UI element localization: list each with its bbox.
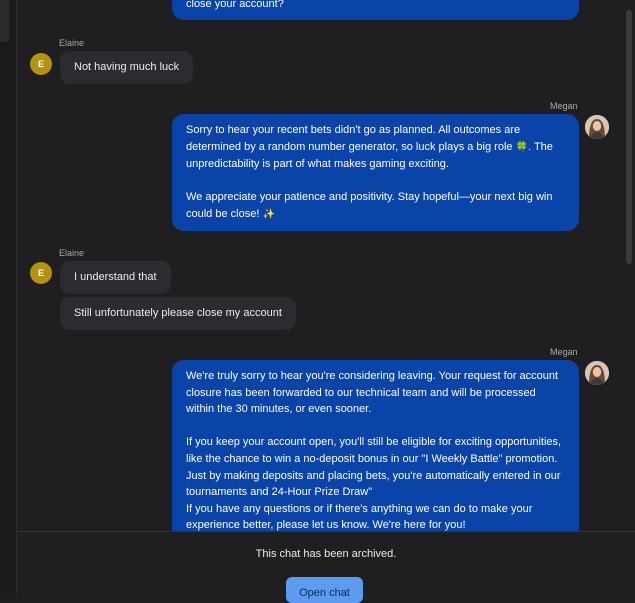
open-chat-button[interactable]: Open chat <box>286 577 363 603</box>
message-text: Still unfortunately please close my acco… <box>74 307 282 319</box>
customer-avatar: E <box>30 262 52 284</box>
message-text: I understand that <box>74 271 157 283</box>
agent-avatar <box>585 115 609 139</box>
agent-avatar <box>585 361 609 385</box>
archived-footer: This chat has been archived. Open chat <box>17 531 635 603</box>
left-rail-handle <box>0 0 9 42</box>
message-paragraph: We're truly sorry to hear you're conside… <box>186 370 559 416</box>
agent-message: close your account? <box>172 0 579 20</box>
customer-message: I understand that <box>60 261 171 294</box>
message-paragraph: If you have any questions or if there's … <box>186 502 533 531</box>
agent-message: Sorry to hear your recent bets didn't go… <box>172 114 579 231</box>
sparkles-emoji: ✨ <box>262 208 275 220</box>
chat-scrollbar[interactable] <box>624 0 635 531</box>
agent-avatar-photo <box>585 361 609 385</box>
archived-notice: This chat has been archived. <box>255 548 397 560</box>
chat-transcript: close your account? Elaine E Not having … <box>17 0 624 531</box>
message-paragraph: If you keep your account open, you'll st… <box>186 436 562 499</box>
sender-name: Elaine <box>59 248 85 258</box>
scrollbar-thumb[interactable] <box>626 10 632 264</box>
agent-message: We're truly sorry to hear you're conside… <box>172 360 579 531</box>
message-text: Not having much luck <box>74 61 180 73</box>
message-text: close your account? <box>186 0 284 10</box>
agent-avatar-photo <box>585 115 609 139</box>
avatar-initial: E <box>37 59 44 69</box>
left-rail <box>0 0 17 593</box>
sender-name: Elaine <box>59 38 85 48</box>
sender-name: Megan <box>550 101 578 111</box>
avatar-initial: E <box>37 268 44 278</box>
sender-name: Megan <box>550 347 578 357</box>
customer-message: Still unfortunately please close my acco… <box>60 297 296 330</box>
customer-message: Not having much luck <box>60 51 194 84</box>
message-paragraph: We appreciate your patience and positivi… <box>186 191 553 220</box>
customer-avatar: E <box>30 53 52 75</box>
message-paragraph: Sorry to hear your recent bets didn't go… <box>186 124 521 153</box>
clover-emoji: 🍀 <box>515 141 529 153</box>
